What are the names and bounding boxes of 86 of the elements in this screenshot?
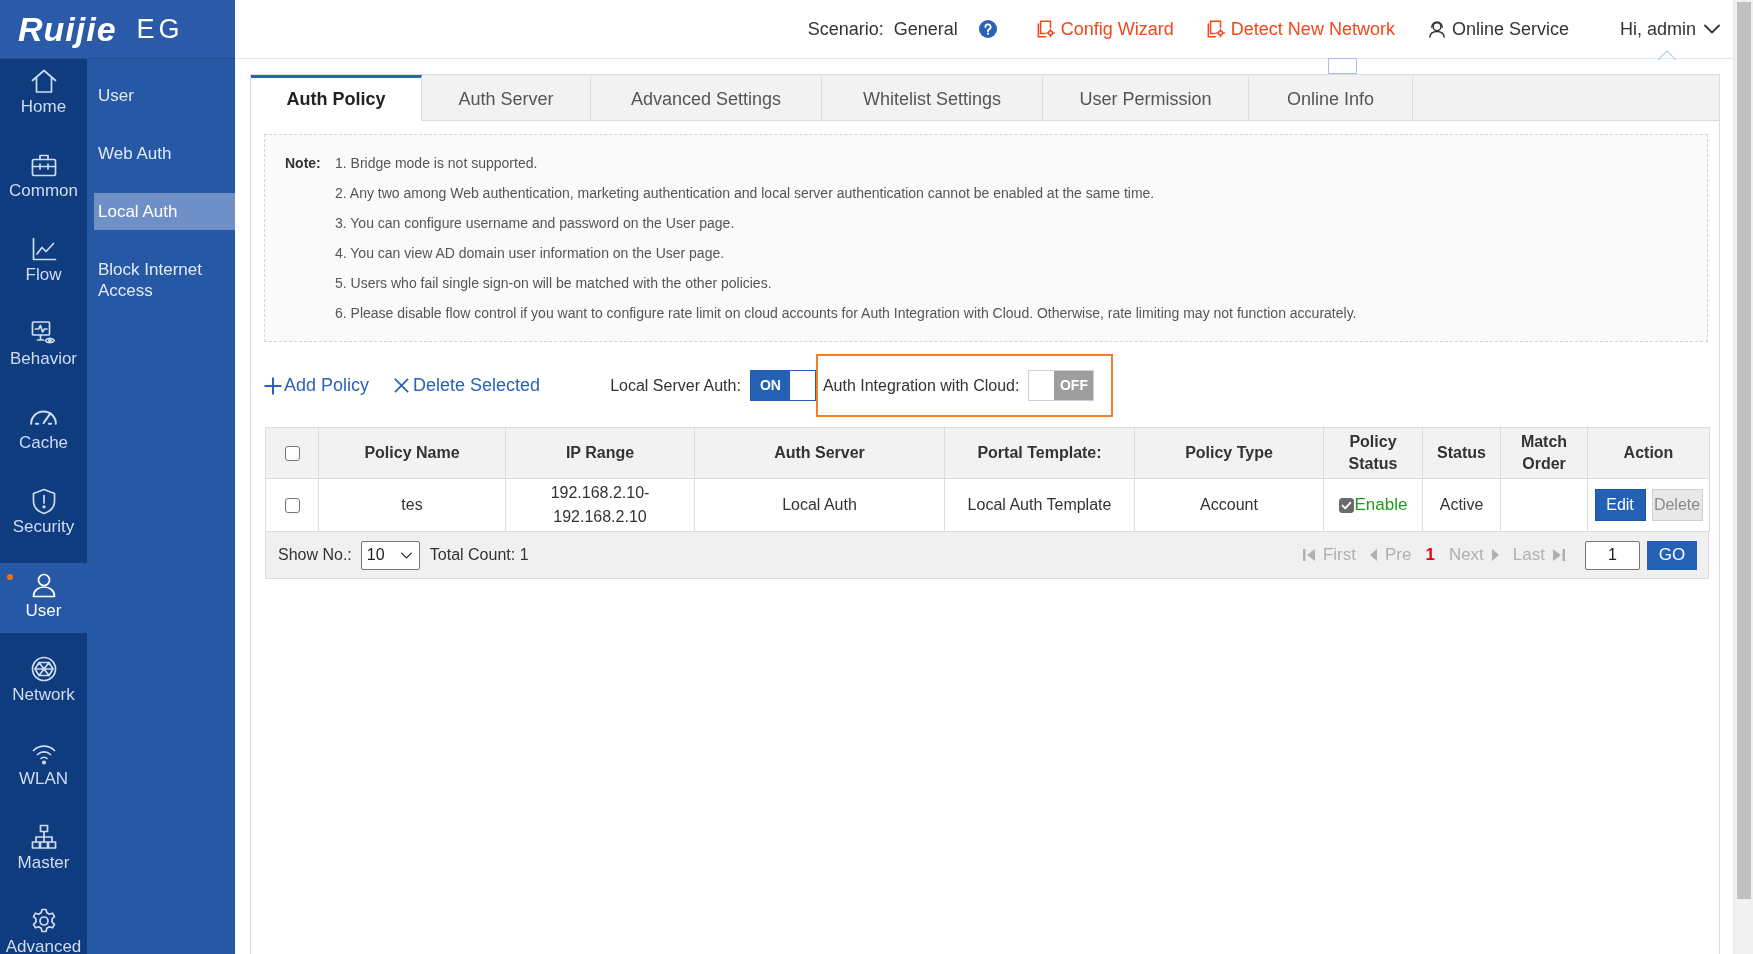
tab[interactable]: Auth Policy <box>251 75 422 121</box>
column-header: Match Order <box>1500 427 1588 479</box>
scenario-value: General <box>893 17 958 41</box>
tab[interactable]: Online Info <box>1249 75 1413 121</box>
note-item: 5. Users who fail single sign-on will be matched with the other policies. <box>335 274 773 293</box>
table-cell: Local Auth Template <box>944 478 1135 532</box>
submenu-item[interactable]: Block Internet Access <box>94 251 235 309</box>
tab[interactable]: User Permission <box>1043 75 1249 121</box>
note-label: Note: <box>285 154 322 173</box>
triangle-right-icon <box>1491 549 1499 561</box>
home-icon <box>29 67 58 95</box>
total-count: Total Count: 1 <box>429 545 529 565</box>
table-cell: Active <box>1422 478 1501 532</box>
header-link[interactable]: Config Wizard <box>1036 15 1174 43</box>
plus-icon <box>264 376 282 395</box>
chevron-down-icon <box>1704 24 1720 34</box>
toggle-switch[interactable]: ON <box>749 370 816 401</box>
tab[interactable]: Whitelist Settings <box>822 75 1043 121</box>
header-link[interactable]: Detect New Network <box>1206 15 1395 43</box>
column-header: Policy Status <box>1323 427 1423 479</box>
last-page-icon <box>1553 548 1565 562</box>
toolbar-link[interactable]: Add Policy <box>264 372 370 399</box>
table-cell: tes <box>318 478 506 532</box>
status-text: Enable <box>1354 494 1408 517</box>
submenu-item[interactable]: Web Auth <box>94 135 235 172</box>
nav-item[interactable]: Cache <box>0 395 87 465</box>
nav-item[interactable]: Flow <box>0 227 87 297</box>
globe-icon <box>29 655 58 683</box>
gauge-icon <box>30 409 57 425</box>
nav-item[interactable]: Home <box>0 59 87 129</box>
toolbar-link[interactable]: Delete Selected <box>394 372 541 399</box>
switch-label: Auth Integration with Cloud: <box>822 375 1020 396</box>
collapse-handle[interactable] <box>1328 58 1357 74</box>
nav-item[interactable]: Master <box>0 815 87 885</box>
note-item: 4. You can view AD domain user information on the User page. <box>335 244 726 263</box>
logo-text: Ruijie <box>18 12 117 46</box>
checkbox[interactable] <box>284 498 300 514</box>
cross-icon <box>394 378 410 393</box>
caret-up-icon <box>1657 50 1677 60</box>
column-header: Policy Name <box>318 427 506 479</box>
document-gear-icon <box>1206 20 1225 38</box>
switch-label: Local Server Auth: <box>610 375 741 396</box>
go-button[interactable]: GO <box>1647 540 1697 570</box>
column-header: Action <box>1587 427 1710 479</box>
nav-item[interactable]: User <box>0 563 87 633</box>
page-number[interactable]: 1 <box>1425 542 1435 568</box>
scenario-label: Scenario: <box>807 17 884 41</box>
user-menu[interactable]: Hi, admin <box>1619 15 1720 43</box>
column-header: Policy Type <box>1134 427 1324 479</box>
help-icon[interactable] <box>978 20 997 38</box>
header-link[interactable]: Online Service <box>1427 15 1569 43</box>
triangle-left-icon <box>1369 549 1377 561</box>
nav-item[interactable]: Security <box>0 479 87 549</box>
first-page-icon <box>1302 548 1315 562</box>
show-label: Show No.: <box>278 545 352 565</box>
tab[interactable]: Advanced Settings <box>591 75 822 121</box>
note-item: 3. You can configure username and password on the User page. <box>335 214 736 233</box>
note-item: 2. Any two among Web authentication, marketing authentication and local server authentication cannot be enabled at the same time. <box>335 184 1156 203</box>
nav-item[interactable]: Common <box>0 143 87 213</box>
product-name: EG <box>136 15 184 43</box>
document-gear-icon <box>1036 20 1055 38</box>
column-header: Portal Template: <box>944 427 1135 479</box>
column-header: Status <box>1422 427 1501 479</box>
monitor-eye-icon <box>29 319 58 347</box>
column-header: IP Range <box>505 427 695 479</box>
scrollbar-thumb[interactable] <box>1736 2 1751 899</box>
action-button[interactable]: Edit <box>1594 489 1646 521</box>
table-cell: Account <box>1134 478 1324 532</box>
checkbox[interactable] <box>284 446 300 462</box>
nav-item[interactable]: Advanced <box>0 899 87 954</box>
note-item: 1. Bridge mode is not supported. <box>335 154 539 173</box>
table-cell: Local Auth <box>694 478 945 532</box>
person-icon <box>1427 20 1446 38</box>
hierarchy-icon <box>29 823 58 851</box>
chevron-down-icon <box>400 551 412 559</box>
tab[interactable]: Auth Server <box>422 75 591 121</box>
checkbox[interactable] <box>1338 497 1354 513</box>
table-cell: 192.168.2.10- 192.168.2.10 <box>505 478 695 532</box>
page-size-select[interactable]: 10 <box>360 540 420 570</box>
column-header: Auth Server <box>694 427 945 479</box>
submenu-item[interactable]: User <box>94 77 235 114</box>
page-input[interactable]: 1 <box>1585 540 1640 570</box>
nav-item[interactable]: Behavior <box>0 311 87 381</box>
nav-item[interactable]: Network <box>0 647 87 717</box>
nav-item[interactable]: WLAN <box>0 731 87 801</box>
note-item: 6. Please disable flow control if you want to configure rate limit on cloud accounts for Auth Integration with Cloud. Otherwise, rate limiting may not function accurately. <box>335 304 1357 323</box>
